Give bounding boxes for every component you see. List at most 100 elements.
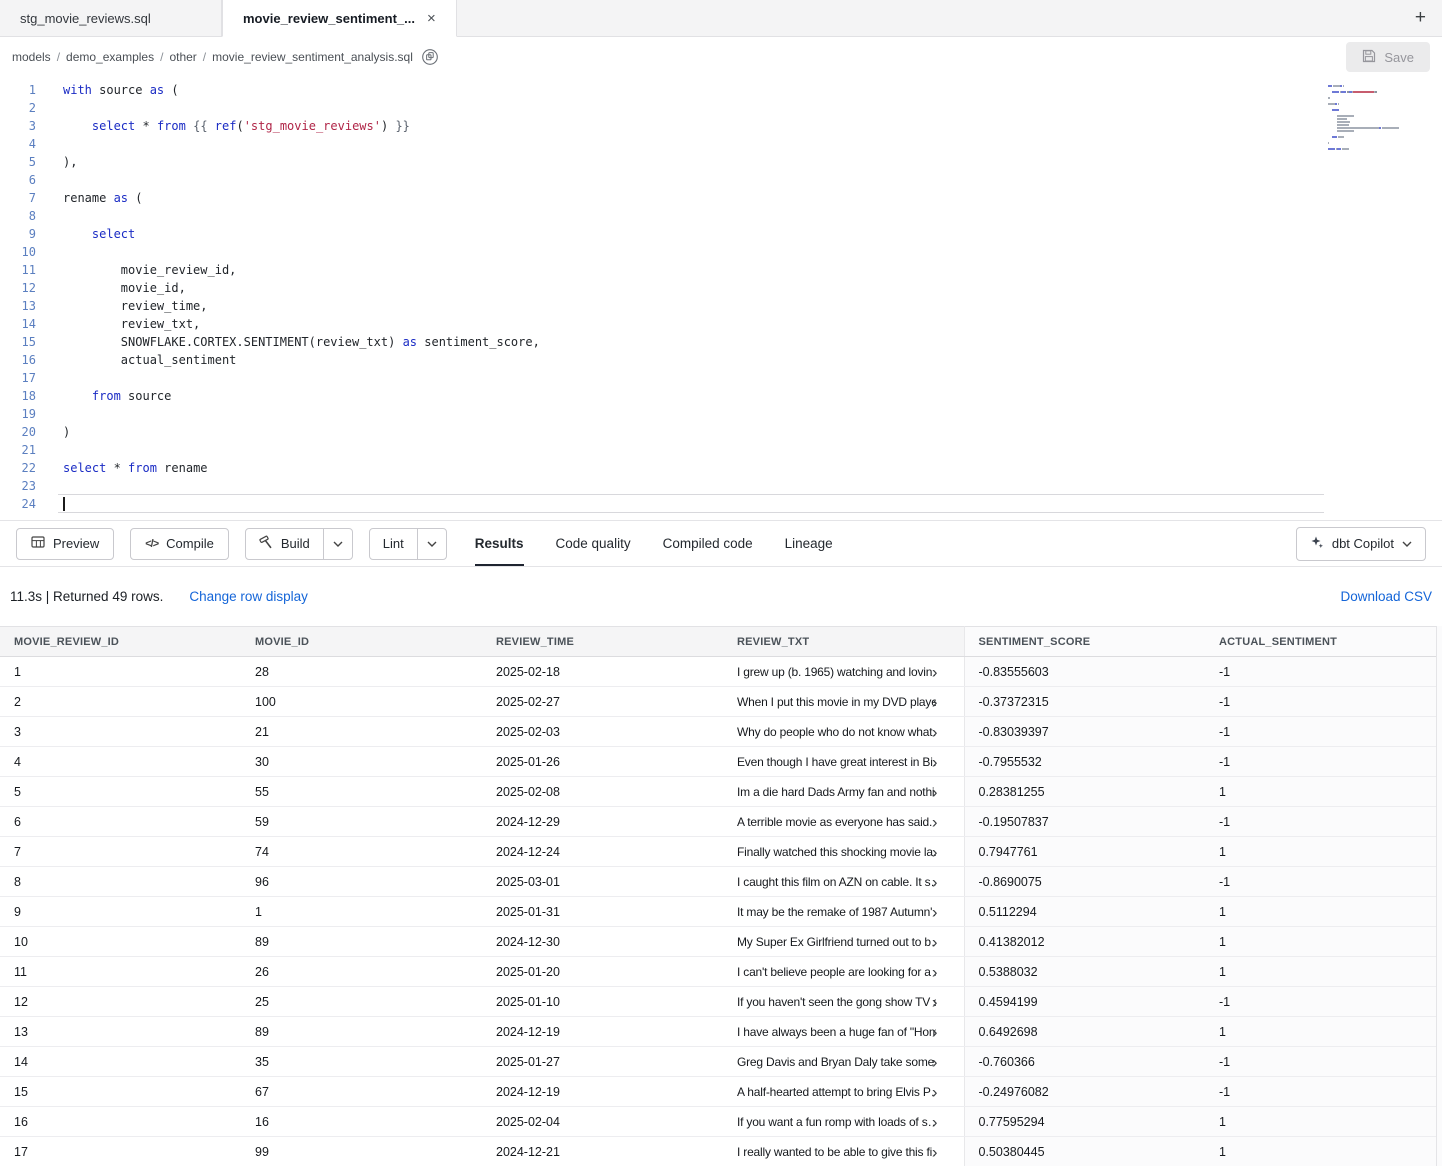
code-line-text	[36, 369, 1442, 387]
review-txt-cell: I really wanted to be able to give this …	[723, 1137, 964, 1166]
column-header-sentiment-score: SENTIMENT_SCORE	[964, 627, 1205, 657]
sentiment-score-cell: 0.41382012	[964, 927, 1205, 957]
code-line[interactable]: 14 review_txt,	[0, 315, 1442, 333]
expand-cell-icon[interactable]: ›	[932, 993, 938, 1010]
dbt-copilot-button[interactable]: dbt Copilot	[1296, 527, 1426, 561]
column-header-actual-sentiment: ACTUAL_SENTIMENT	[1205, 627, 1442, 657]
column-header-movie-review-id: MOVIE_REVIEW_ID	[0, 627, 241, 657]
code-line[interactable]: 13 review_time,	[0, 297, 1442, 315]
copilot-label: dbt Copilot	[1332, 536, 1394, 551]
minimap-line	[1328, 151, 1400, 153]
vertical-scrollbar[interactable]	[1436, 626, 1442, 1166]
table-row: 4302025-01-26Even though I have great in…	[0, 747, 1442, 777]
sentiment-score-cell: 0.6492698	[964, 1017, 1205, 1047]
breadcrumb-separator: /	[160, 50, 163, 64]
table-row: 15672024-12-19A half-hearted attempt to …	[0, 1077, 1442, 1107]
line-number: 13	[0, 297, 36, 315]
review-txt-value: If you want a fun romp with loads of s…	[737, 1115, 936, 1129]
line-number: 2	[0, 99, 36, 117]
copy-relation-name-icon[interactable]	[421, 48, 439, 66]
movie-id-cell: 1	[241, 897, 482, 927]
code-line[interactable]: 18 from source	[0, 387, 1442, 405]
build-split-button: Build	[245, 528, 353, 560]
save-button[interactable]: Save	[1346, 42, 1430, 72]
tab-movie-review-sentiment-analysis[interactable]: movie_review_sentiment_... ×	[222, 0, 457, 37]
minimap-line	[1328, 136, 1400, 138]
expand-cell-icon[interactable]: ›	[932, 1053, 938, 1070]
code-line[interactable]: 8	[0, 207, 1442, 225]
movie-id-cell: 74	[241, 837, 482, 867]
code-line[interactable]: 23	[0, 477, 1442, 495]
movie-review-id-cell: 9	[0, 897, 241, 927]
expand-cell-icon[interactable]: ›	[932, 843, 938, 860]
expand-cell-icon[interactable]: ›	[932, 903, 938, 920]
expand-cell-icon[interactable]: ›	[932, 1143, 938, 1160]
expand-cell-icon[interactable]: ›	[932, 1023, 938, 1040]
review-time-cell: 2024-12-29	[482, 807, 723, 837]
line-number: 20	[0, 423, 36, 441]
code-line[interactable]: 15 SNOWFLAKE.CORTEX.SENTIMENT(review_txt…	[0, 333, 1442, 351]
code-line[interactable]: 3 select * from {{ ref('stg_movie_review…	[0, 117, 1442, 135]
code-editor[interactable]: 1with source as (23 select * from {{ ref…	[0, 77, 1442, 520]
actual-sentiment-cell: 1	[1205, 897, 1442, 927]
review-txt-cell: A half-hearted attempt to bring Elvis P……	[723, 1077, 964, 1107]
minimap-line	[1328, 139, 1400, 141]
code-line[interactable]: 10	[0, 243, 1442, 261]
compile-button[interactable]: </> Compile	[130, 528, 229, 560]
table-header-row: MOVIE_REVIEW_ID MOVIE_ID REVIEW_TIME REV…	[0, 627, 1442, 657]
code-line[interactable]: 24	[0, 495, 1442, 513]
code-line[interactable]: 9 select	[0, 225, 1442, 243]
code-line[interactable]: 19	[0, 405, 1442, 423]
minimap[interactable]	[1328, 85, 1400, 157]
expand-cell-icon[interactable]: ›	[932, 783, 938, 800]
expand-cell-icon[interactable]: ›	[932, 1113, 938, 1130]
change-row-display-link[interactable]: Change row display	[189, 589, 308, 604]
code-line[interactable]: 21	[0, 441, 1442, 459]
results-table: MOVIE_REVIEW_ID MOVIE_ID REVIEW_TIME REV…	[0, 626, 1442, 1166]
code-brackets-icon: </>	[145, 538, 158, 550]
expand-cell-icon[interactable]: ›	[932, 693, 938, 710]
lint-button[interactable]: Lint	[370, 529, 418, 559]
build-button[interactable]: Build	[246, 529, 324, 559]
code-lines[interactable]: 1with source as (23 select * from {{ ref…	[0, 81, 1442, 513]
code-line[interactable]: 22select * from rename	[0, 459, 1442, 477]
expand-cell-icon[interactable]: ›	[932, 873, 938, 890]
build-options-chevron-icon[interactable]	[324, 529, 352, 559]
code-line-text: movie_review_id,	[36, 261, 1442, 279]
code-line[interactable]: 11 movie_review_id,	[0, 261, 1442, 279]
code-line[interactable]: 7rename as (	[0, 189, 1442, 207]
code-line-text	[36, 135, 1442, 153]
expand-cell-icon[interactable]: ›	[932, 813, 938, 830]
movie-review-id-cell: 11	[0, 957, 241, 987]
movie-review-id-cell: 13	[0, 1017, 241, 1047]
expand-cell-icon[interactable]: ›	[932, 1083, 938, 1100]
code-line[interactable]: 6	[0, 171, 1442, 189]
action-toolbar: Preview </> Compile Build Lint	[0, 520, 1442, 567]
download-csv-link[interactable]: Download CSV	[1340, 589, 1432, 604]
code-line[interactable]: 1with source as (	[0, 81, 1442, 99]
code-line[interactable]: 16 actual_sentiment	[0, 351, 1442, 369]
expand-cell-icon[interactable]: ›	[932, 933, 938, 950]
tab-compiled-code[interactable]: Compiled code	[663, 521, 753, 566]
code-line[interactable]: 4	[0, 135, 1442, 153]
code-line[interactable]: 5),	[0, 153, 1442, 171]
close-tab-icon[interactable]: ×	[427, 10, 436, 27]
code-line[interactable]: 20)	[0, 423, 1442, 441]
code-line[interactable]: 2	[0, 99, 1442, 117]
column-header-review-txt: REVIEW_TXT	[723, 627, 964, 657]
expand-cell-icon[interactable]: ›	[932, 963, 938, 980]
code-line[interactable]: 17	[0, 369, 1442, 387]
expand-cell-icon[interactable]: ›	[932, 753, 938, 770]
results-tab-bar: Results Code quality Compiled code Linea…	[459, 521, 849, 566]
expand-cell-icon[interactable]: ›	[932, 663, 938, 680]
tab-code-quality[interactable]: Code quality	[556, 521, 631, 566]
tab-stg-movie-reviews[interactable]: stg_movie_reviews.sql	[0, 0, 222, 36]
tab-lineage[interactable]: Lineage	[785, 521, 833, 566]
breadcrumb-demo-examples: demo_examples	[66, 50, 154, 64]
preview-button[interactable]: Preview	[16, 528, 114, 560]
expand-cell-icon[interactable]: ›	[932, 723, 938, 740]
lint-options-chevron-icon[interactable]	[418, 529, 446, 559]
code-line[interactable]: 12 movie_id,	[0, 279, 1442, 297]
tab-results[interactable]: Results	[475, 521, 524, 566]
new-tab-button[interactable]: +	[1399, 0, 1442, 36]
